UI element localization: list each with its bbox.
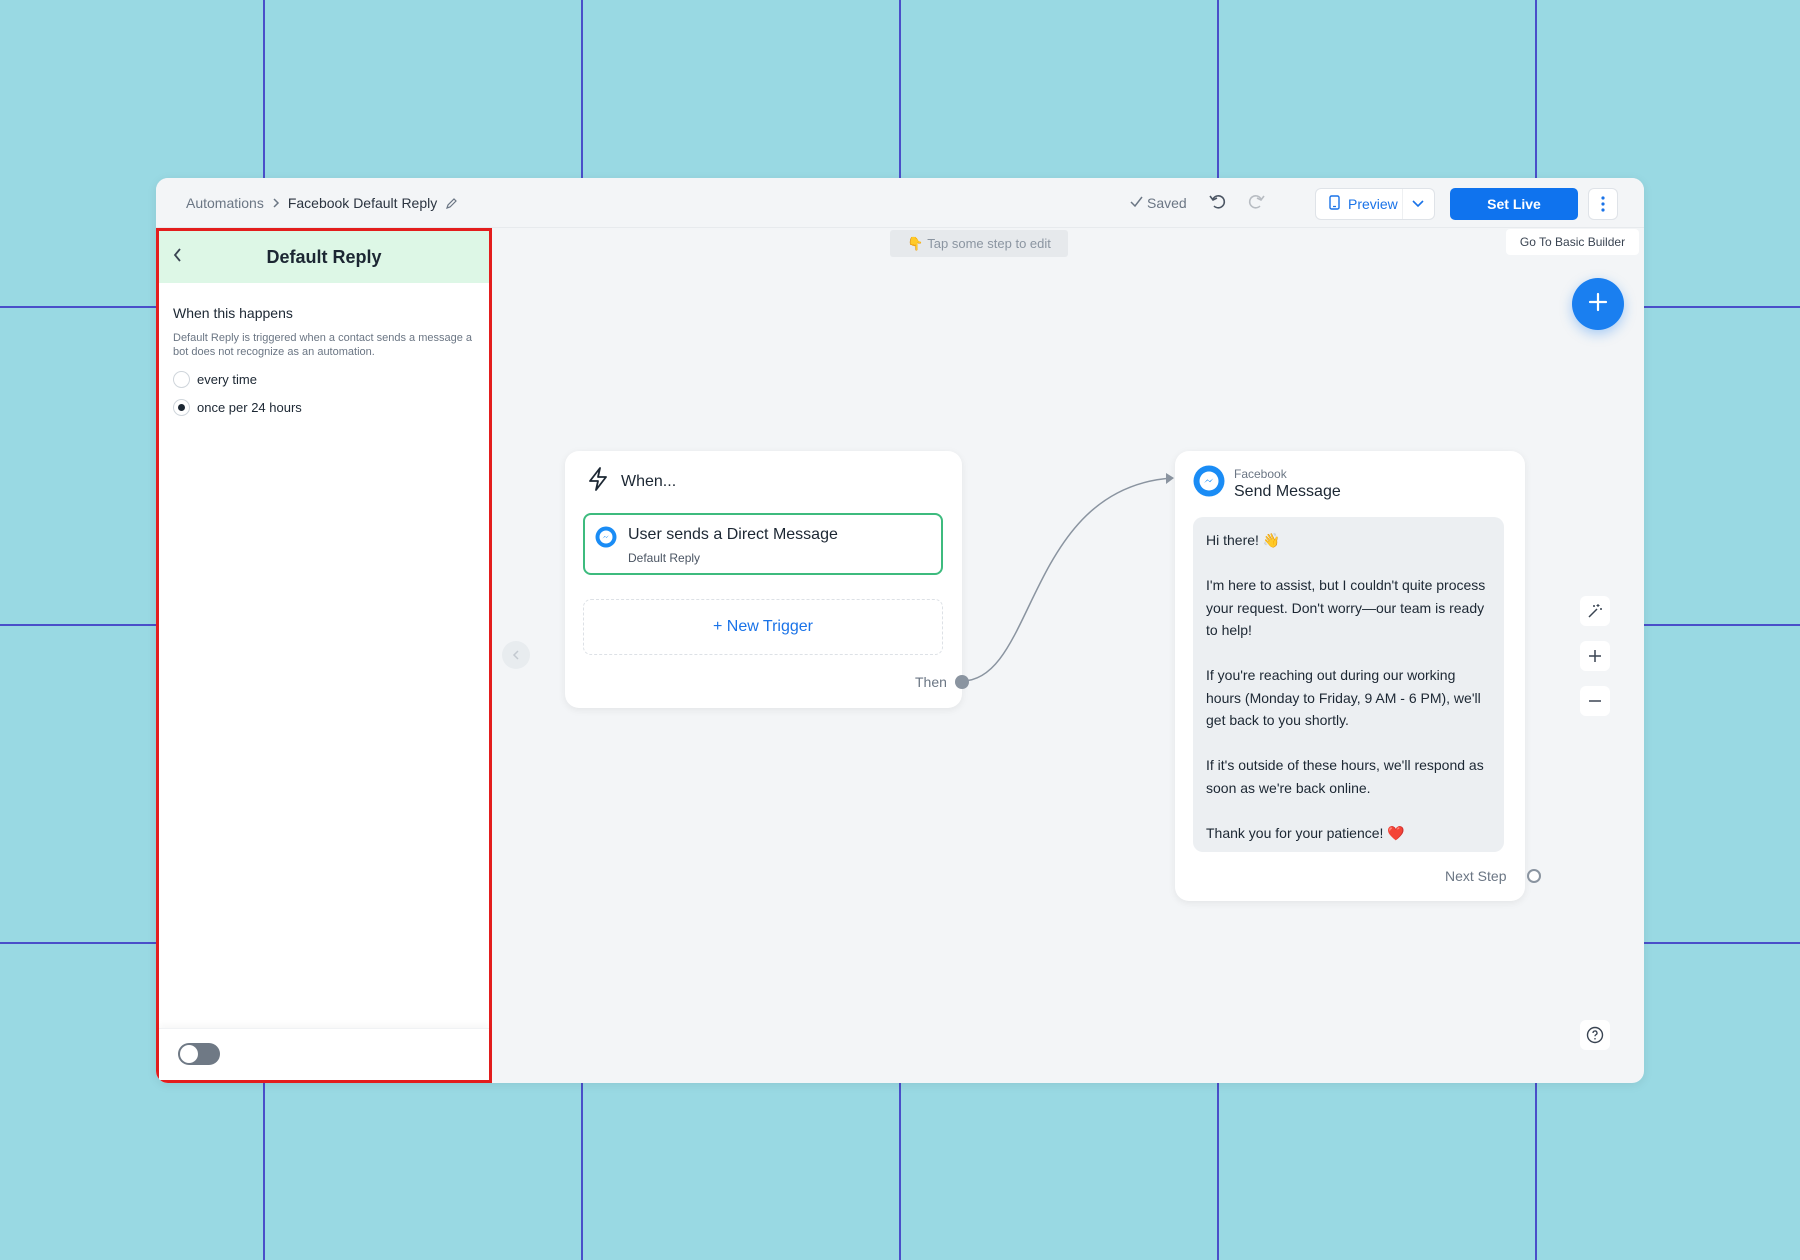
breadcrumb-automations-link[interactable]: Automations [186, 195, 264, 211]
when-card-header: When... [587, 467, 676, 496]
send-message-title: Send Message [1234, 482, 1341, 500]
zoom-in-icon[interactable] [1580, 641, 1610, 671]
messenger-icon [1193, 465, 1225, 502]
panel-body: When this happens Default Reply is trigg… [159, 283, 489, 438]
set-live-button[interactable]: Set Live [1450, 188, 1578, 220]
new-trigger-button[interactable]: + New Trigger [583, 599, 943, 655]
breadcrumb-current: Facebook Default Reply [287, 195, 438, 211]
magic-wand-icon[interactable] [1580, 596, 1610, 626]
channel-label: Facebook [1234, 466, 1287, 481]
collapse-panel-button[interactable] [502, 641, 530, 669]
option-label: once per 24 hours [197, 400, 302, 415]
zoom-out-icon[interactable] [1580, 686, 1610, 716]
option-every-time[interactable]: every time [173, 371, 475, 388]
next-step-handle[interactable] [1527, 869, 1541, 883]
send-message-card[interactable]: Facebook Send Message Hi there! 👋 I'm he… [1175, 451, 1541, 901]
send-message-header: Facebook Send Message [1193, 465, 1341, 502]
when-card-title: When... [621, 472, 677, 490]
lightning-icon [587, 467, 609, 496]
trigger-settings-panel: Default Reply When this happens Default … [156, 228, 492, 1083]
trigger-item[interactable]: User sends a Direct Message Default Repl… [583, 513, 943, 575]
message-bubble[interactable]: Hi there! 👋 I'm here to assist, but I co… [1193, 517, 1504, 852]
plus-icon [1588, 292, 1608, 317]
then-connector-handle[interactable] [955, 675, 969, 689]
panel-title: Default Reply [266, 246, 382, 267]
message-paragraph: Hi there! 👋 [1206, 532, 1281, 548]
add-step-button[interactable] [1572, 278, 1624, 330]
when-card[interactable]: When... User sends a Direct Message Defa… [565, 451, 969, 708]
preview-label: Preview [1348, 196, 1398, 212]
message-paragraph: I'm here to assist, but I couldn't quite… [1206, 577, 1486, 638]
redo-icon[interactable] [1246, 191, 1266, 216]
chevron-down-icon[interactable] [1403, 189, 1434, 219]
then-label: Then [915, 674, 947, 690]
saved-status: Saved [1130, 195, 1187, 211]
send-message-titles: Facebook Send Message [1234, 467, 1341, 501]
active-toggle[interactable] [178, 1043, 220, 1065]
back-chevron-icon[interactable] [172, 247, 182, 268]
kebab-icon[interactable] [1588, 188, 1618, 220]
go-to-basic-builder-button[interactable]: Go To Basic Builder [1506, 229, 1639, 255]
pointing-hand-icon: 👇 [907, 235, 924, 251]
trigger-title: User sends a Direct Message [628, 526, 838, 543]
panel-footer [159, 1028, 489, 1080]
pencil-icon[interactable] [445, 197, 458, 210]
canvas-hint-text: Tap some step to edit [927, 236, 1051, 251]
undo-icon[interactable] [1208, 191, 1228, 216]
next-step-label: Next Step [1445, 868, 1507, 884]
breadcrumb: Automations Facebook Default Reply [186, 195, 458, 211]
option-label: every time [197, 372, 257, 387]
preview-group: Preview [1315, 188, 1435, 220]
messenger-icon [595, 526, 617, 553]
help-icon[interactable] [1580, 1020, 1610, 1050]
message-paragraph: Thank you for your patience! ❤️ [1206, 824, 1405, 841]
message-paragraph: If it's outside of these hours, we'll re… [1206, 757, 1484, 796]
radio-once-per-24-hours[interactable] [173, 399, 190, 416]
canvas-hint: 👇 Tap some step to edit [890, 230, 1068, 257]
section-title: When this happens [173, 305, 293, 321]
radio-every-time[interactable] [173, 371, 190, 388]
trigger-subtitle: Default Reply [628, 551, 701, 565]
option-once-per-24-hours[interactable]: once per 24 hours [173, 399, 475, 416]
preview-button[interactable]: Preview [1316, 189, 1403, 219]
phone-icon [1329, 195, 1340, 213]
top-bar: Automations Facebook Default Reply Saved [156, 178, 1644, 228]
chevron-right-icon [272, 198, 280, 208]
check-icon [1130, 195, 1143, 211]
section-description: Default Reply is triggered when a contac… [173, 332, 472, 358]
automation-builder-window: Automations Facebook Default Reply Saved [156, 178, 1644, 1083]
panel-header: Default Reply [159, 231, 489, 283]
message-paragraph: If you're reaching out during our workin… [1206, 667, 1481, 728]
saved-label: Saved [1147, 195, 1187, 211]
